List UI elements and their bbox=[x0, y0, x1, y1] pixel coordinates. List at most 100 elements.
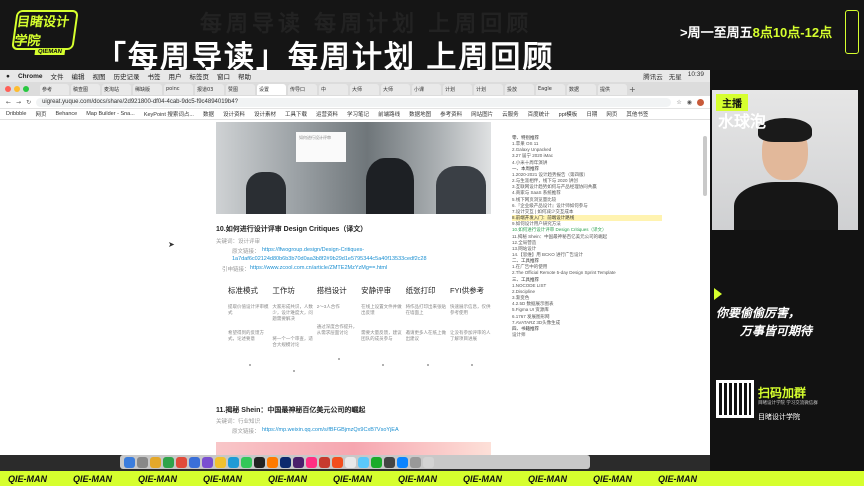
table-of-contents: 零、特别推荐 1.苹果 OS 11 2.Galaxy Unpacked 3.27 届宁… bbox=[512, 135, 662, 338]
bookmark[interactable]: 云服务 bbox=[502, 110, 519, 118]
app-icon[interactable] bbox=[384, 456, 395, 468]
ticker-item: QIE-MAN bbox=[203, 473, 242, 484]
article-photo: 如何进行设计评审 bbox=[216, 122, 491, 214]
back-icon[interactable]: ← bbox=[6, 99, 11, 106]
tab[interactable]: 参考 bbox=[40, 83, 69, 95]
app-icon[interactable] bbox=[189, 456, 200, 468]
app-icon[interactable] bbox=[319, 456, 330, 468]
tab[interactable]: 中 bbox=[319, 83, 348, 95]
bookmark[interactable]: 日期 bbox=[586, 110, 597, 118]
tab[interactable]: poinc bbox=[164, 83, 193, 95]
translate-link[interactable]: https://www.zcool.com.cn/article/ZMTE2Mz… bbox=[250, 265, 387, 271]
trash-icon[interactable] bbox=[423, 456, 434, 468]
apple-icon[interactable]: ● bbox=[6, 73, 10, 80]
star-icon[interactable]: ☆ bbox=[676, 99, 681, 106]
photoshop-icon[interactable] bbox=[280, 456, 291, 468]
app-icon[interactable] bbox=[345, 456, 356, 468]
wechat-icon[interactable] bbox=[241, 456, 252, 468]
tab[interactable]: 传导口 bbox=[288, 83, 317, 95]
forward-icon[interactable]: → bbox=[16, 99, 21, 106]
app-icon[interactable] bbox=[397, 456, 408, 468]
premiere-icon[interactable] bbox=[293, 456, 304, 468]
chrome-icon[interactable] bbox=[163, 456, 174, 468]
safari-icon[interactable] bbox=[150, 456, 161, 468]
app-icon[interactable] bbox=[176, 456, 187, 468]
app-icon[interactable] bbox=[254, 456, 265, 468]
menu-help[interactable]: 帮助 bbox=[238, 71, 251, 81]
tab[interactable]: 提供 bbox=[598, 83, 627, 95]
bookmark[interactable]: 参考资料 bbox=[440, 110, 462, 118]
tab[interactable]: 投放 bbox=[505, 83, 534, 95]
menu-window[interactable]: 窗口 bbox=[217, 71, 230, 81]
bookmark[interactable]: 数据地图 bbox=[409, 110, 431, 118]
bookmark[interactable]: 数据 bbox=[203, 110, 214, 118]
url-field[interactable]: uigreat.yuque.com/docs/share/2d921800-df… bbox=[36, 97, 672, 107]
tab[interactable]: 报道03 bbox=[195, 83, 224, 95]
mode-title: 搭档设计 bbox=[316, 286, 347, 295]
profile-avatar[interactable] bbox=[697, 98, 704, 106]
tab[interactable]: 稀缺版 bbox=[133, 83, 162, 95]
bookmark[interactable]: ppt模板 bbox=[559, 110, 578, 118]
bookmark[interactable]: 学习笔记 bbox=[347, 110, 369, 118]
origin-label-2: 原文链接： bbox=[232, 429, 260, 435]
bookmark[interactable]: 网页 bbox=[35, 110, 46, 118]
tab-active[interactable]: 设置 bbox=[257, 83, 286, 95]
origin-link-2[interactable]: 1a7daf6c02124d80b6b3b70d0aa3b8f2#9b29d1e… bbox=[232, 256, 427, 262]
menu-view[interactable]: 视图 bbox=[93, 71, 106, 81]
toc-item[interactable]: 设计师 bbox=[512, 332, 662, 338]
menu-user[interactable]: 用户 bbox=[169, 71, 182, 81]
bookmark[interactable]: 设计素材 bbox=[254, 110, 276, 118]
bookmark[interactable]: 百度统计 bbox=[528, 110, 550, 118]
bookmark[interactable]: 工具下载 bbox=[285, 110, 307, 118]
extensions-icon[interactable]: ◉ bbox=[687, 99, 692, 106]
page-scrollbar[interactable] bbox=[703, 136, 707, 196]
tab[interactable]: 大师 bbox=[381, 83, 410, 95]
maximize-icon[interactable] bbox=[23, 86, 29, 92]
tab[interactable]: 赞图 bbox=[226, 83, 255, 95]
app-icon[interactable] bbox=[358, 456, 369, 468]
new-tab-button[interactable]: + bbox=[629, 85, 636, 94]
bookmark[interactable]: Dribbble bbox=[6, 111, 26, 117]
tab[interactable]: Eagle bbox=[536, 83, 565, 95]
bookmark[interactable]: 其他书签 bbox=[626, 110, 648, 118]
bookmark[interactable]: Behance bbox=[56, 111, 78, 117]
bookmark[interactable]: 运营资料 bbox=[316, 110, 338, 118]
tab[interactable]: 麦淘站 bbox=[102, 83, 131, 95]
bookmark[interactable]: 网页 bbox=[606, 110, 617, 118]
tab[interactable]: 数据 bbox=[567, 83, 596, 95]
app-icon[interactable] bbox=[202, 456, 213, 468]
ticker-item: QIE-MAN bbox=[333, 473, 372, 484]
bookmark[interactable]: Map Builder - Sna... bbox=[86, 111, 135, 117]
menu-tabs[interactable]: 标签页 bbox=[190, 71, 210, 81]
minimize-icon[interactable] bbox=[14, 86, 20, 92]
tab[interactable]: 稿查图 bbox=[71, 83, 100, 95]
tab[interactable]: 小课 bbox=[412, 83, 441, 95]
close-icon[interactable] bbox=[5, 86, 11, 92]
origin-link-3[interactable]: https://mp.weixin.qq.com/s/fBFGBjmzQx9Cx… bbox=[262, 427, 399, 433]
reload-icon[interactable]: ↻ bbox=[26, 99, 31, 106]
app-icon[interactable] bbox=[371, 456, 382, 468]
status-cloud[interactable]: 腾讯云 bbox=[643, 71, 663, 81]
launchpad-icon[interactable] bbox=[137, 456, 148, 468]
figma-icon[interactable] bbox=[332, 456, 343, 468]
finder-icon[interactable] bbox=[124, 456, 135, 468]
tab[interactable]: 计划 bbox=[443, 83, 472, 95]
origin-link-1[interactable]: https://lfwogroup.design/Design-Critique… bbox=[262, 247, 364, 253]
bookmark[interactable]: KeyPoint 搜索词占... bbox=[144, 110, 194, 118]
menu-chrome[interactable]: Chrome bbox=[18, 73, 43, 80]
bookmark[interactable]: 设计资料 bbox=[223, 110, 245, 118]
status-star[interactable]: 无星 bbox=[669, 71, 682, 81]
tab[interactable]: 大师 bbox=[350, 83, 379, 95]
tab[interactable]: 计划 bbox=[474, 83, 503, 95]
menu-edit[interactable]: 编辑 bbox=[72, 71, 85, 81]
menu-bookmarks[interactable]: 书签 bbox=[148, 71, 161, 81]
xd-icon[interactable] bbox=[306, 456, 317, 468]
app-icon[interactable] bbox=[215, 456, 226, 468]
bookmark[interactable]: 前端路线 bbox=[378, 110, 400, 118]
app-icon[interactable] bbox=[228, 456, 239, 468]
bookmark[interactable]: 网站图片 bbox=[471, 110, 493, 118]
illustrator-icon[interactable] bbox=[267, 456, 278, 468]
app-icon[interactable] bbox=[410, 456, 421, 468]
menu-file[interactable]: 文件 bbox=[51, 71, 64, 81]
menu-history[interactable]: 历史记录 bbox=[114, 71, 140, 81]
